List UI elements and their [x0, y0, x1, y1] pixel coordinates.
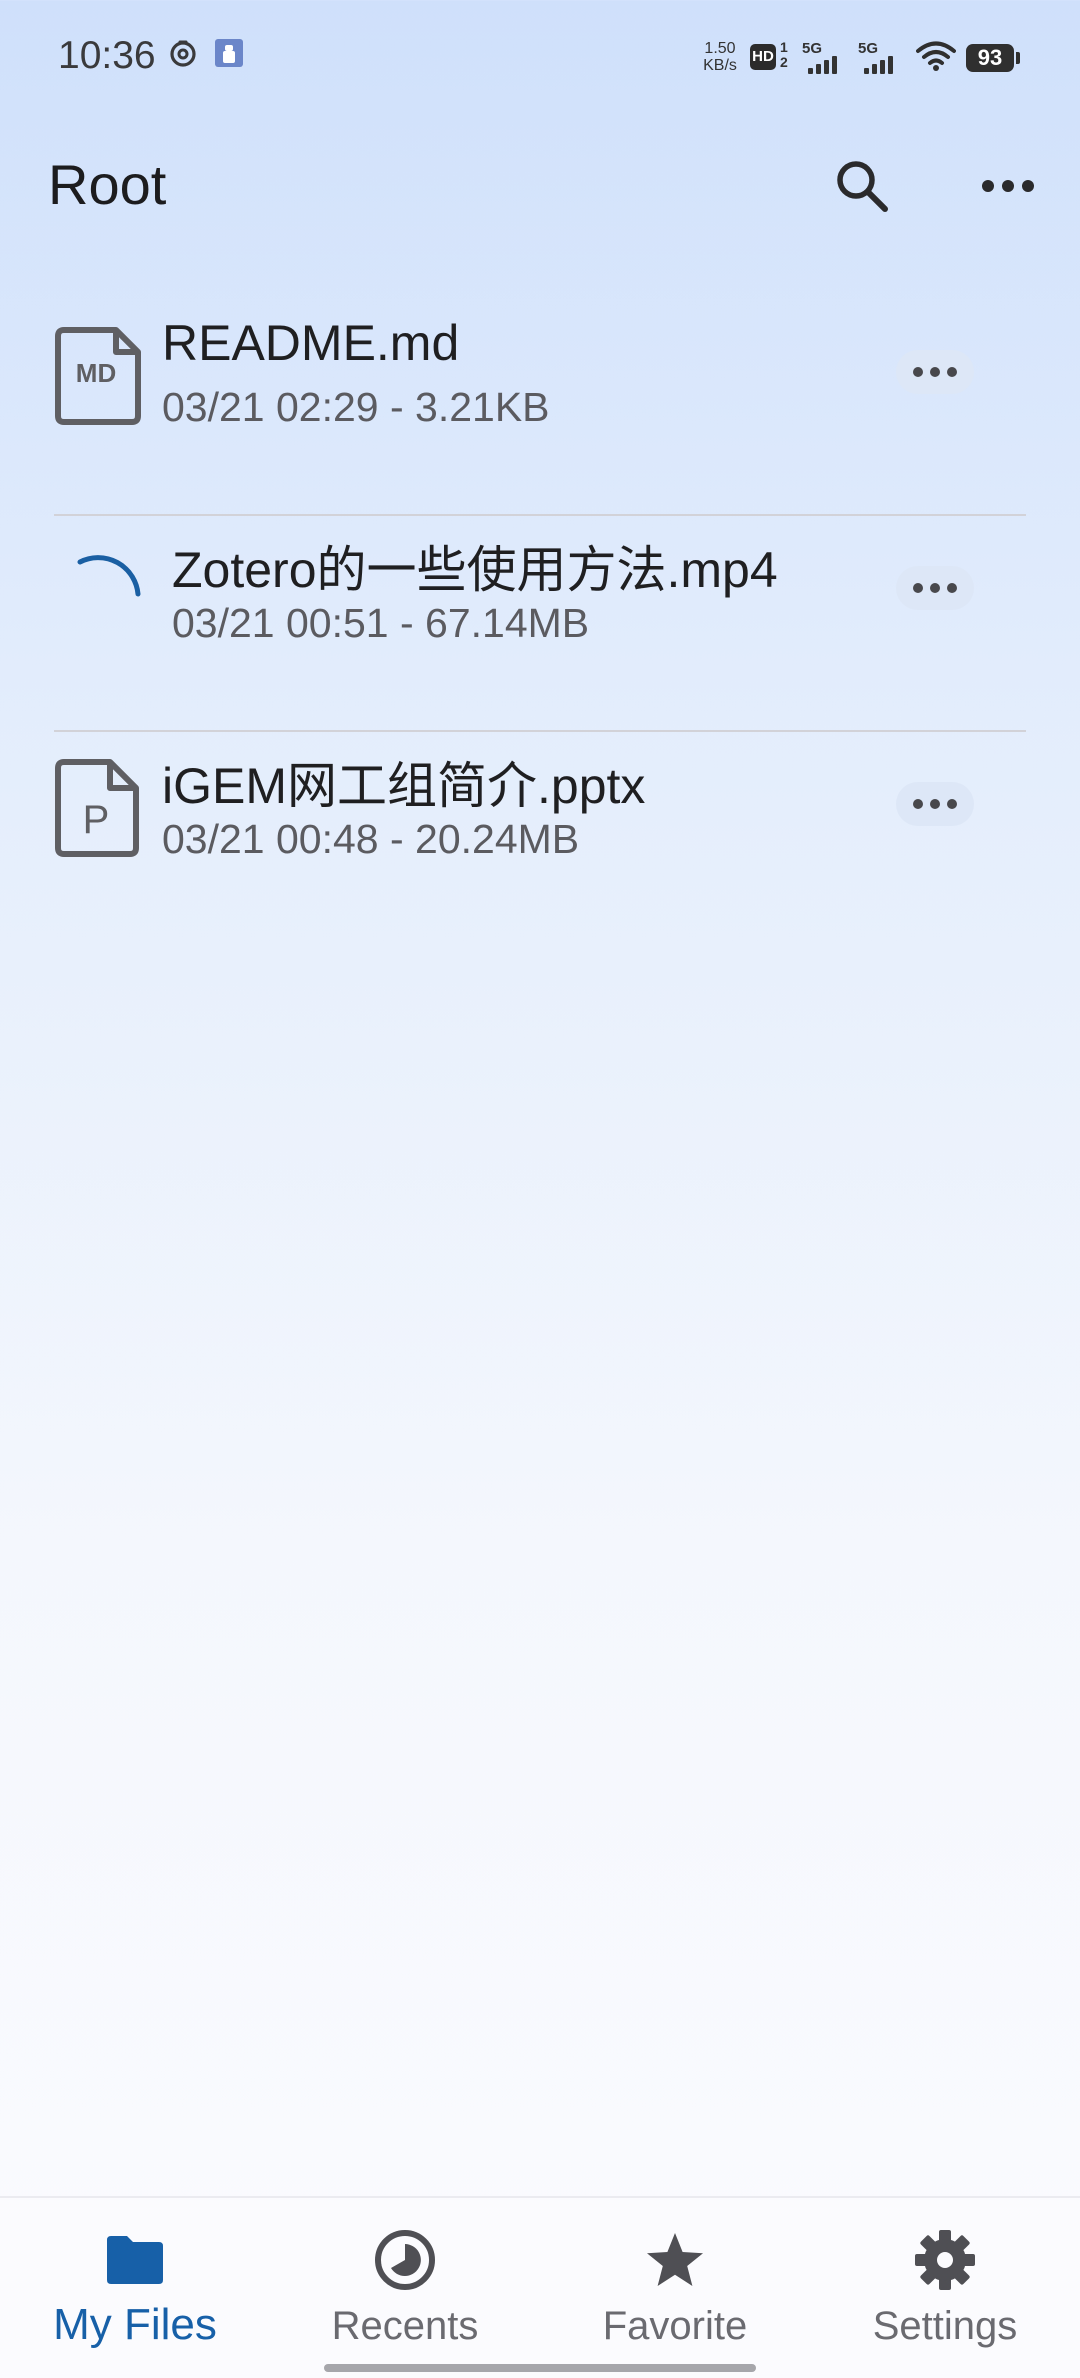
- overflow-menu-button[interactable]: [968, 146, 1048, 226]
- battery-tip: [1016, 52, 1020, 64]
- hd-badge: HD: [750, 44, 776, 70]
- file-name: README.md: [162, 315, 460, 371]
- more-dot: [930, 367, 940, 377]
- more-dot: [930, 583, 940, 593]
- more-dot: [930, 799, 940, 809]
- network-speed: 1.50 KB/s: [703, 40, 737, 74]
- nav-label: Recents: [331, 2304, 479, 2348]
- nav-label: Favorite: [602, 2304, 748, 2348]
- file-meta: 03/21 02:29 - 3.21KB: [162, 384, 550, 430]
- nav-recents[interactable]: Recents: [270, 2198, 540, 2378]
- more-dot: [913, 583, 923, 593]
- nav-settings[interactable]: Settings: [810, 2198, 1080, 2378]
- file-icon-label: P: [82, 798, 110, 842]
- more-horizontal-icon: [982, 180, 1034, 192]
- file-meta: 03/21 00:48 - 20.24MB: [162, 816, 580, 862]
- nav-label: My Files: [53, 2300, 217, 2349]
- battery-level: 93: [966, 44, 1014, 72]
- file-more-button[interactable]: [896, 350, 974, 394]
- search-icon: [837, 161, 888, 212]
- bottom-nav: My Files Recents Favorite Settings: [0, 2196, 1080, 2378]
- status-bar: 10:36 1.50 KB/s HD 1 2 5G 5G 93: [0, 0, 1080, 120]
- nav-my-files[interactable]: My Files: [0, 2198, 270, 2378]
- loading-spinner-icon: [50, 536, 146, 648]
- file-name: iGEM网工组简介.pptx: [162, 758, 646, 814]
- file-row-zotero-video[interactable]: Zotero的一些使用方法.mp4 03/21 00:51 - 67.14MB: [0, 516, 1080, 732]
- powerpoint-file-icon: P: [50, 752, 146, 864]
- markdown-file-icon: MD: [50, 320, 146, 432]
- notification-app-icon: [215, 39, 243, 67]
- hd-sub-label: 1 2: [780, 39, 788, 70]
- nav-favorite[interactable]: Favorite: [540, 2198, 810, 2378]
- more-dot: [913, 367, 923, 377]
- file-row-igem-pptx[interactable]: P iGEM网工组简介.pptx 03/21 00:48 - 20.24MB: [0, 732, 1080, 948]
- star-icon: [647, 2233, 703, 2286]
- folder-icon: [107, 2236, 163, 2284]
- gear-icon: [915, 2230, 975, 2290]
- search-button[interactable]: [822, 146, 902, 226]
- wifi-icon: [916, 41, 956, 71]
- clock-icon: [375, 2230, 435, 2290]
- nav-label: Settings: [872, 2304, 1018, 2348]
- file-more-button[interactable]: [896, 566, 974, 610]
- more-dot: [947, 583, 957, 593]
- more-dot: [947, 799, 957, 809]
- status-time: 10:36: [58, 34, 156, 77]
- netease-music-icon: [170, 40, 196, 67]
- more-dot: [913, 799, 923, 809]
- file-more-button[interactable]: [896, 782, 974, 826]
- page-title: Root: [48, 153, 167, 216]
- file-meta: 03/21 00:51 - 67.14MB: [172, 600, 590, 646]
- more-dot: [947, 367, 957, 377]
- app-header: Root: [0, 140, 1080, 230]
- home-indicator[interactable]: [324, 2364, 756, 2372]
- file-list: MD README.md 03/21 02:29 - 3.21KB Zotero…: [0, 300, 1080, 948]
- file-row-readme[interactable]: MD README.md 03/21 02:29 - 3.21KB: [0, 300, 1080, 516]
- file-icon-label: MD: [75, 358, 117, 388]
- file-name: Zotero的一些使用方法.mp4: [172, 542, 778, 598]
